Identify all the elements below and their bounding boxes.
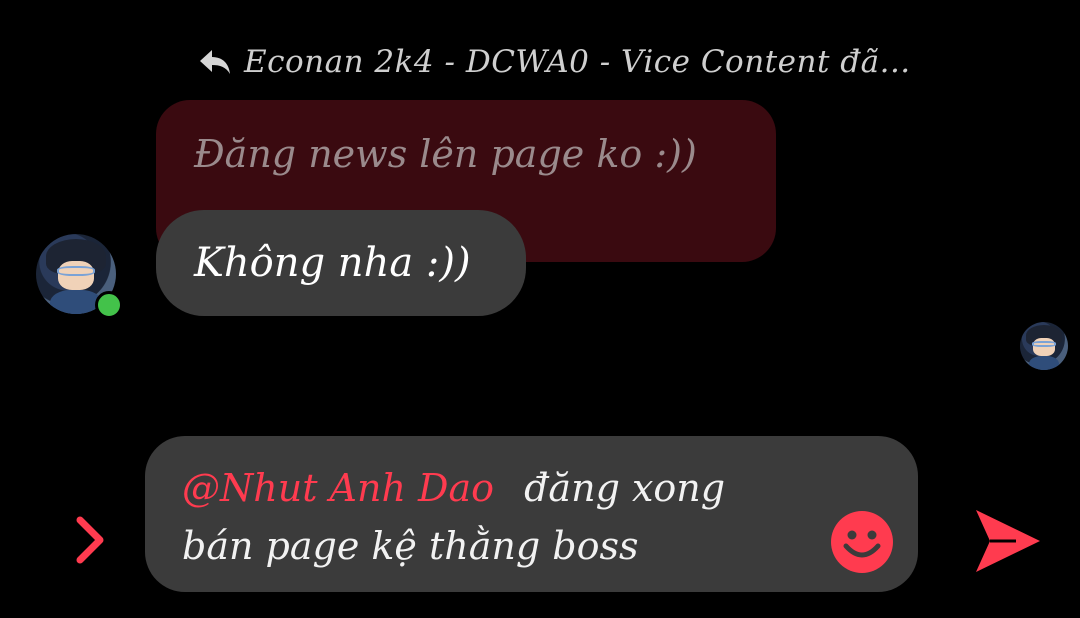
seen-avatar <box>1020 322 1068 370</box>
chevron-right-icon[interactable] <box>72 512 108 568</box>
send-icon[interactable] <box>972 506 1044 576</box>
message-input[interactable] <box>145 436 918 592</box>
reply-header: Econan 2k4 - DCWA0 - Vice Content đã... <box>198 40 911 84</box>
online-status-dot <box>95 291 123 319</box>
message-input-line-1: @Nhut Anh Dao đăng xong <box>182 466 725 510</box>
message-input-line-2: bán page kệ thằng boss <box>182 524 639 568</box>
mention-tag[interactable]: @Nhut Anh Dao <box>182 466 494 510</box>
message-input-text-1: đăng xong <box>524 466 726 510</box>
message-text: Không nha :)) <box>194 240 471 286</box>
reply-arrow-icon <box>200 50 230 74</box>
smiley-icon[interactable] <box>830 510 894 574</box>
quoted-message-text: Đăng news lên page ko :)) <box>194 132 697 176</box>
message-bubble[interactable]: Không nha :)) <box>156 210 526 316</box>
reply-header-text: Econan 2k4 - DCWA0 - Vice Content đã... <box>244 44 911 80</box>
